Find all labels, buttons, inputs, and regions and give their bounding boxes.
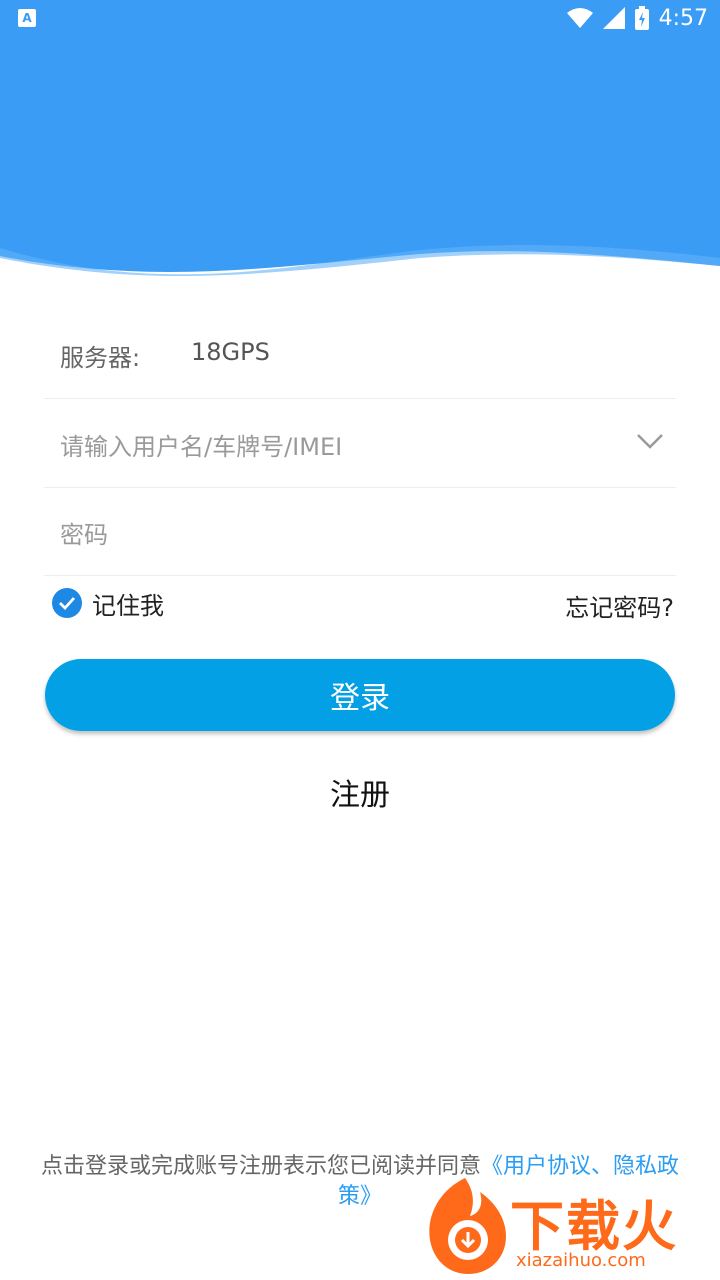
watermark-logo: 下载火 xiazaihuo.com — [420, 1170, 720, 1280]
signal-icon — [602, 7, 625, 29]
app-notification-icon: A — [18, 9, 36, 27]
remember-me-checkbox[interactable]: 记住我 — [52, 586, 164, 620]
server-label: 服务器: — [60, 344, 141, 372]
header-wave-banner — [0, 36, 720, 286]
battery-icon — [634, 6, 649, 30]
register-button[interactable]: 注册 — [0, 770, 720, 814]
password-placeholder: 密码 — [60, 521, 108, 549]
watermark-site: xiazaihuo.com — [516, 1250, 646, 1271]
remember-me-label: 记住我 — [92, 591, 164, 620]
checkmark-icon[interactable] — [52, 588, 82, 618]
status-icons: 4:57 — [566, 0, 708, 36]
wifi-icon — [566, 8, 593, 28]
login-button[interactable]: 登录 — [45, 659, 675, 731]
flame-logo-icon — [429, 1178, 506, 1274]
username-field[interactable]: 请输入用户名/车牌号/IMEI — [44, 399, 676, 488]
status-bar: A 4:57 — [0, 0, 720, 36]
password-field[interactable]: 密码 — [44, 487, 676, 576]
clock: 4:57 — [658, 5, 708, 31]
chevron-down-icon[interactable] — [636, 431, 664, 451]
username-placeholder: 请输入用户名/车牌号/IMEI — [60, 433, 343, 461]
server-value: 18GPS — [191, 338, 270, 366]
server-row[interactable]: 服务器: 18GPS — [44, 310, 676, 399]
forgot-password-link[interactable]: 忘记密码? — [565, 588, 674, 623]
agreement-prefix: 点击登录或完成账号注册表示您已阅读并同意 — [40, 1154, 481, 1179]
